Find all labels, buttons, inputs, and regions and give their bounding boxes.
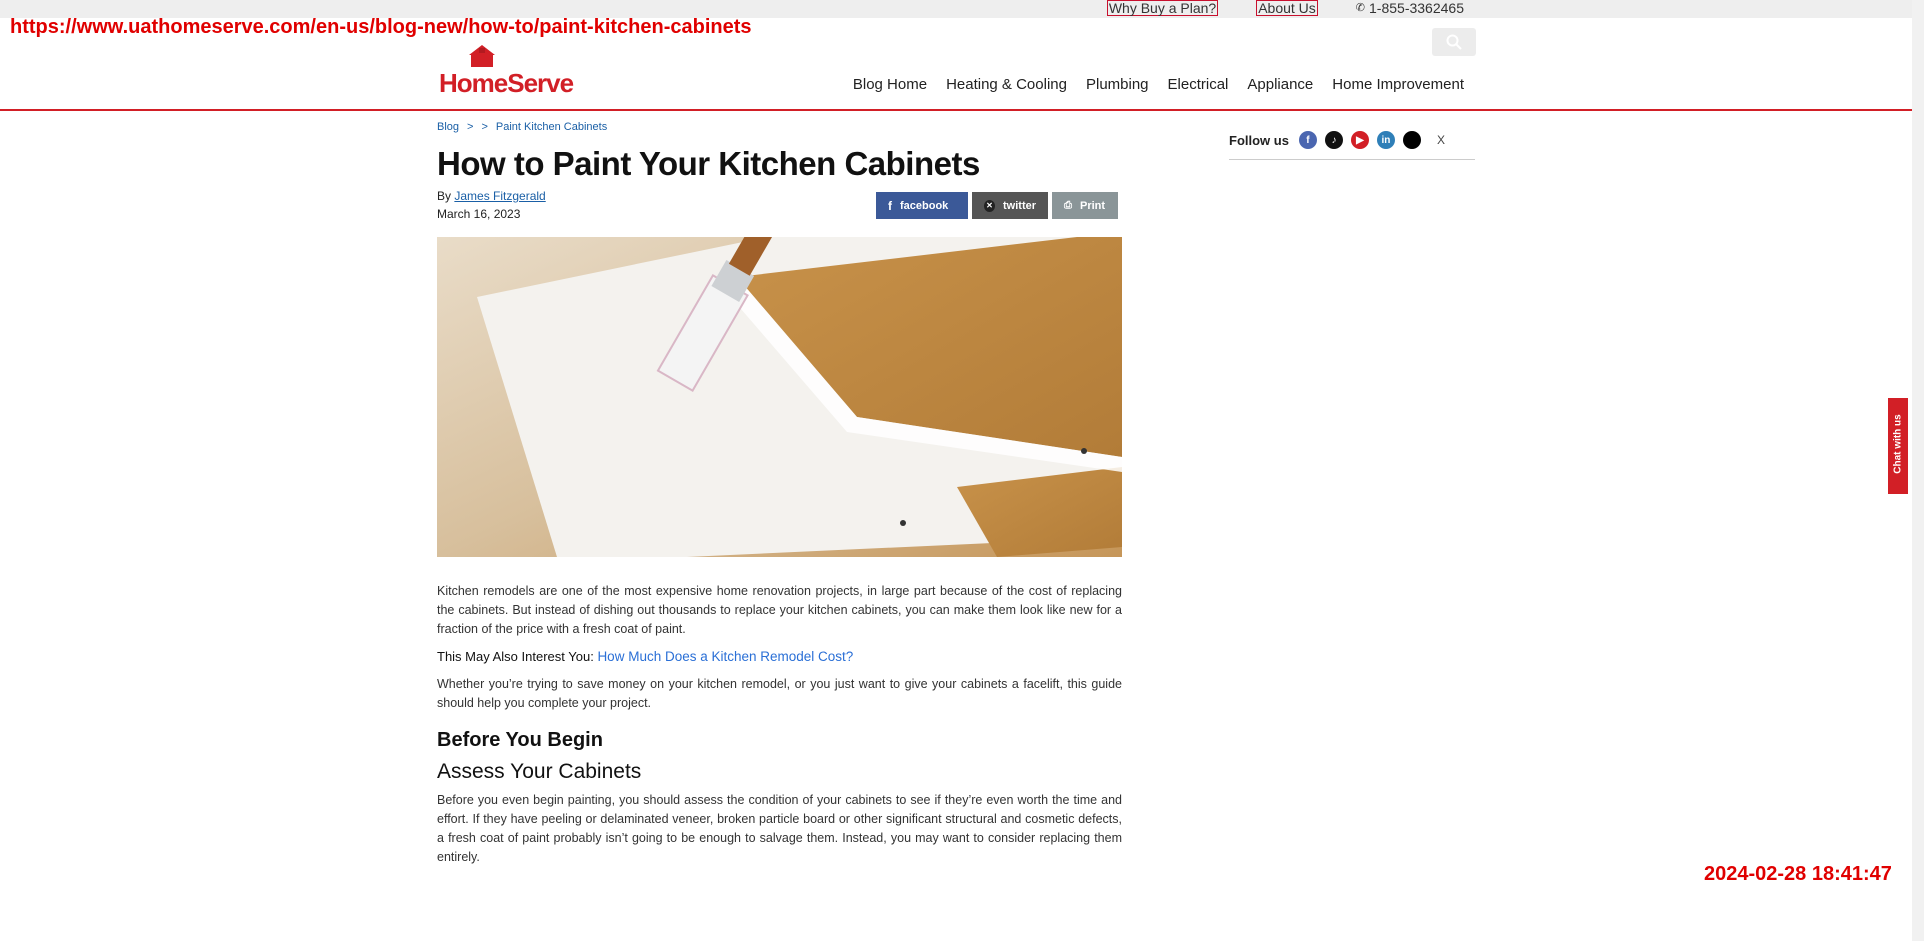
search-icon: [1446, 34, 1462, 50]
second-paragraph: Whether you’re trying to save money on y…: [437, 677, 1122, 710]
capture-timestamp: 2024-02-28 18:41:47: [1704, 863, 1892, 885]
related-link-row: This May Also Interest You: How Much Doe…: [437, 647, 1122, 666]
print-button[interactable]: ⎙ Print: [1052, 192, 1118, 219]
house-logo-icon: [469, 45, 495, 67]
intro-paragraph: Kitchen remodels are one of the most exp…: [437, 584, 1122, 636]
share-twitter-label: twitter: [1003, 199, 1036, 212]
article-meta: By James Fitzgerald March 16, 2023 f fac…: [437, 189, 1122, 229]
tiktok-icon[interactable]: ♪: [1324, 131, 1343, 149]
article-column: Blog > > Paint Kitchen Cabinets How to P…: [437, 111, 1122, 875]
about-us-link[interactable]: About Us: [1256, 0, 1318, 16]
nav-electrical[interactable]: Electrical: [1168, 76, 1229, 93]
follow-us-label: Follow us: [1229, 132, 1289, 148]
facebook-icon[interactable]: f: [1298, 131, 1317, 149]
nav-appliance[interactable]: Appliance: [1247, 76, 1313, 93]
breadcrumb: Blog > > Paint Kitchen Cabinets: [437, 121, 1122, 133]
phone-link[interactable]: ✆ 1-855-3362465: [1356, 1, 1464, 15]
chat-label: Chat with us: [1892, 414, 1904, 474]
subsection-heading-assess: Assess Your Cabinets: [437, 760, 642, 783]
logo-text: HomeServe: [439, 68, 574, 98]
threads-icon[interactable]: [1402, 131, 1421, 149]
article-body: Kitchen remodels are one of the most exp…: [437, 582, 1122, 867]
page-scrollbar[interactable]: [1912, 0, 1924, 941]
captured-url: https://www.uathomeserve.com/en-us/blog-…: [10, 16, 752, 38]
breadcrumb-separator: >: [467, 121, 474, 133]
author-link[interactable]: James Fitzgerald: [454, 189, 545, 203]
nav-blog-home[interactable]: Blog Home: [853, 76, 927, 93]
follow-us-bar: Follow us f ♪ ▶ in X: [1229, 131, 1475, 160]
share-twitter-button[interactable]: ✕ twitter: [972, 192, 1048, 219]
homeserve-logo[interactable]: HomeServe: [437, 44, 577, 98]
section-heading-before-you-begin: Before You Begin: [437, 729, 603, 751]
nav-heating-cooling[interactable]: Heating & Cooling: [946, 76, 1067, 93]
linkedin-icon[interactable]: in: [1376, 131, 1395, 149]
share-buttons: f facebook ✕ twitter ⎙ Print: [876, 192, 1118, 219]
related-article-link[interactable]: How Much Does a Kitchen Remodel Cost?: [597, 649, 853, 664]
print-label: Print: [1080, 199, 1106, 212]
assess-paragraph: Before you even begin painting, you shou…: [437, 793, 1122, 864]
x-icon: ✕: [984, 199, 995, 212]
byline-prefix: By: [437, 189, 452, 203]
breadcrumb-current[interactable]: Paint Kitchen Cabinets: [496, 121, 607, 133]
share-facebook-label: facebook: [900, 199, 949, 212]
breadcrumb-separator: >: [481, 121, 488, 133]
share-facebook-button[interactable]: f facebook: [876, 192, 968, 219]
page-title: How to Paint Your Kitchen Cabinets: [437, 145, 980, 182]
chat-with-us-tab[interactable]: Chat with us: [1888, 398, 1908, 494]
print-icon: ⎙: [1064, 200, 1072, 211]
why-buy-link[interactable]: Why Buy a Plan?: [1106, 0, 1219, 16]
search-button[interactable]: [1432, 28, 1476, 56]
x-icon[interactable]: X: [1437, 133, 1445, 147]
nav-home-improvement[interactable]: Home Improvement: [1332, 76, 1464, 93]
facebook-icon: f: [888, 198, 892, 213]
phone-number: 1-855-3362465: [1369, 0, 1464, 16]
main-nav: Blog Home Heating & Cooling Plumbing Ele…: [853, 76, 1464, 93]
phone-icon: ✆: [1355, 2, 1366, 14]
utility-links: Why Buy a Plan? About Us ✆ 1-855-3362465: [1106, 0, 1464, 16]
hero-image: [437, 237, 1122, 557]
youtube-icon[interactable]: ▶: [1350, 131, 1369, 149]
breadcrumb-blog[interactable]: Blog: [437, 121, 459, 133]
related-label: This May Also Interest You:: [437, 649, 594, 664]
nav-plumbing[interactable]: Plumbing: [1086, 76, 1149, 93]
painted-cabinet-door-image: [437, 237, 1122, 557]
